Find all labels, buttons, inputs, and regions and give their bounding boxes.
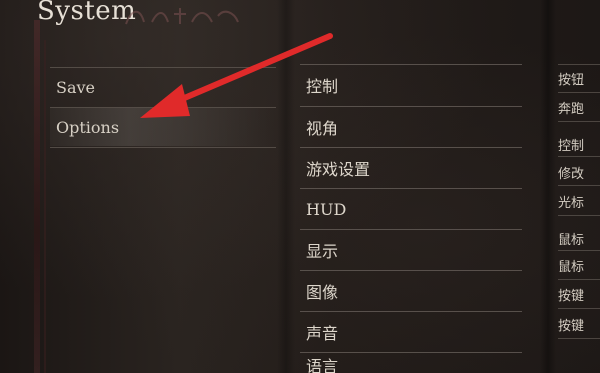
- right-divider: [558, 92, 600, 93]
- right-divider: [558, 121, 600, 122]
- right-item[interactable]: 按钮: [558, 66, 600, 90]
- right-divider: [558, 156, 600, 157]
- option-label: 游戏设置: [306, 160, 371, 179]
- right-item-label: 控制: [558, 138, 585, 154]
- option-label: 视角: [306, 119, 339, 138]
- option-graphics[interactable]: 图像: [300, 271, 522, 311]
- right-item[interactable]: 按键: [558, 312, 600, 336]
- right-item-label: 鼠标: [558, 232, 585, 248]
- right-item-label: 按钮: [558, 72, 585, 88]
- menu-divider: [50, 147, 276, 148]
- menu-item-label: Save: [56, 77, 96, 97]
- right-item-label: 按键: [558, 318, 585, 334]
- left-ornament-line: [44, 40, 46, 373]
- option-sound[interactable]: 声音: [300, 312, 522, 352]
- right-item[interactable]: 鼠标: [558, 226, 600, 250]
- panel-separator: [277, 0, 295, 373]
- option-label: 图像: [306, 283, 339, 302]
- right-divider: [558, 338, 600, 339]
- menu-item-save[interactable]: Save: [50, 68, 276, 106]
- menu-item-label: Options: [56, 117, 120, 137]
- option-camera[interactable]: 视角: [300, 107, 522, 147]
- right-item-label: 光标: [558, 195, 585, 211]
- right-item[interactable]: 鼠标: [558, 253, 600, 277]
- right-item-label: 奔跑: [558, 101, 585, 117]
- right-item[interactable]: 修改: [558, 160, 600, 184]
- option-label: 控制: [306, 77, 339, 96]
- right-divider: [558, 250, 600, 251]
- right-divider: [558, 215, 600, 216]
- right-divider: [558, 185, 600, 186]
- option-label: 声音: [306, 324, 339, 343]
- right-item[interactable]: 按键: [558, 282, 600, 306]
- right-item[interactable]: 奔跑: [558, 95, 600, 119]
- option-game-settings[interactable]: 游戏设置: [300, 148, 522, 188]
- option-label: HUD: [306, 199, 347, 219]
- option-display[interactable]: 显示: [300, 230, 522, 270]
- right-item[interactable]: 光标: [558, 189, 600, 213]
- panel-separator-right: [540, 0, 556, 373]
- left-ornament: [34, 20, 40, 373]
- option-label: 显示: [306, 242, 339, 261]
- right-item-label: 按键: [558, 288, 585, 304]
- logo-mark: [125, 8, 239, 25]
- option-language[interactable]: 语言: [300, 353, 522, 373]
- right-divider: [558, 308, 600, 309]
- right-item-label: 修改: [558, 166, 585, 182]
- game-logo: [118, 2, 248, 32]
- right-item[interactable]: 控制: [558, 132, 600, 156]
- option-hud[interactable]: HUD: [300, 189, 522, 229]
- right-divider: [558, 64, 600, 65]
- menu-item-options[interactable]: Options: [50, 108, 276, 146]
- right-divider: [558, 279, 600, 280]
- right-item-label: 鼠标: [558, 259, 585, 275]
- option-controls[interactable]: 控制: [300, 65, 522, 105]
- option-label: 语言: [306, 357, 339, 373]
